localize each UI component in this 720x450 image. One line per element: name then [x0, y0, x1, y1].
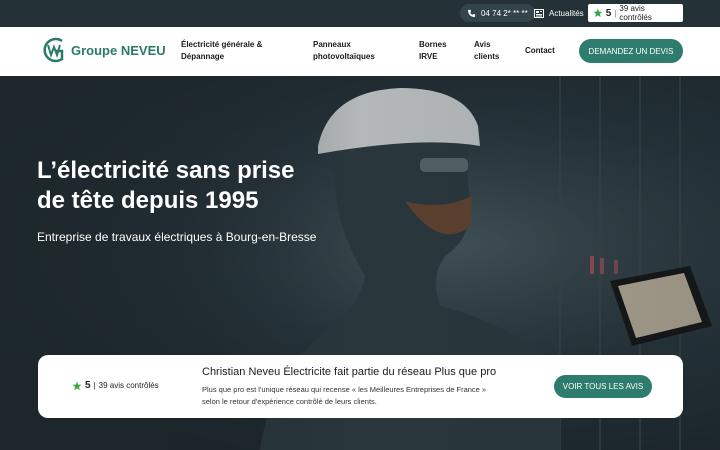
nav-label: Avis — [474, 40, 491, 49]
nav-panneaux[interactable]: Panneaux photovoltaïques — [313, 39, 375, 63]
news-link[interactable]: Actualités — [534, 4, 584, 22]
card-title: Christian Neveu Électricite fait partie … — [202, 366, 497, 378]
newspaper-icon — [534, 8, 544, 18]
nav-label: Bornes — [419, 40, 447, 49]
rating-count: 39 avis contrôlés — [98, 381, 159, 390]
hero-title: L’électricité sans prise de tête depuis … — [37, 156, 337, 216]
star-icon — [72, 381, 82, 390]
card-desc-line2: selon le retour d'expérience contrôlé de… — [202, 397, 377, 406]
nav-label: clients — [474, 52, 500, 61]
main-header: Groupe NEVEU Électricité générale & Dépa… — [0, 27, 720, 76]
card-rating-badge[interactable]: 5 | 39 avis contrôlés — [72, 380, 159, 391]
top-rating-badge[interactable]: 5 | 39 avis contrôlés — [588, 4, 683, 22]
logo[interactable]: Groupe NEVEU — [40, 35, 166, 65]
phone-icon — [467, 9, 476, 17]
nav-label: Contact — [525, 46, 555, 55]
card-desc-line1: Plus que pro est l'unique réseau qui rec… — [202, 385, 487, 394]
nav-electricite[interactable]: Électricité générale & Dépannage — [181, 39, 262, 63]
phone-number: 04 74 2* ** ** — [481, 8, 528, 18]
rating-score: 5 — [605, 7, 612, 19]
logo-mark-icon — [43, 37, 64, 63]
nav-avis[interactable]: Avis clients — [474, 39, 499, 63]
hero-subtitle: Entreprise de travaux électriques à Bour… — [37, 230, 317, 244]
rating-score: 5 — [85, 380, 91, 391]
rating-separator: | — [614, 8, 617, 18]
nav-label: Dépannage — [181, 52, 225, 61]
nav-label: photovoltaïques — [313, 52, 375, 61]
star-icon — [593, 8, 603, 18]
card-description: Plus que pro est l'unique réseau qui rec… — [202, 384, 512, 408]
top-utility-bar: 04 74 2* ** ** Actualités 5 | 39 avis co… — [0, 0, 720, 27]
logo-text: Groupe NEVEU — [71, 42, 166, 58]
rating-separator: | — [93, 381, 96, 390]
nav-label: Panneaux — [313, 40, 351, 49]
rating-count: 39 avis contrôlés — [619, 4, 652, 22]
nav-contact[interactable]: Contact — [525, 45, 555, 57]
nav-label: IRVE — [419, 52, 438, 61]
hero-title-line2: de tête depuis 1995 — [37, 187, 259, 214]
phone-link[interactable]: 04 74 2* ** ** — [460, 4, 535, 22]
see-all-reviews-button[interactable]: VOIR TOUS LES AVIS — [554, 375, 652, 398]
nav-label: Électricité générale & — [181, 40, 263, 49]
review-card: 5 | 39 avis contrôlés Christian Neveu Él… — [38, 355, 683, 418]
request-quote-button[interactable]: DEMANDEZ UN DEVIS — [579, 39, 683, 63]
news-label: Actualités — [549, 8, 584, 18]
nav-bornes[interactable]: Bornes IRVE — [419, 39, 447, 63]
hero-title-line1: L’électricité sans prise — [37, 157, 295, 184]
